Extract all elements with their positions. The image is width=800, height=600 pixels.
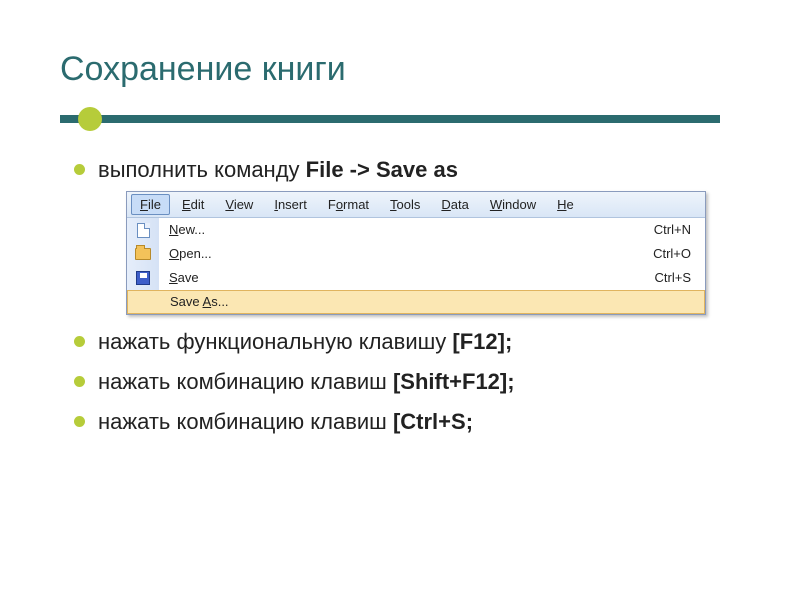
bullet-2: нажать функциональную клавишу [F12]; xyxy=(68,327,740,357)
menuitem-new[interactable]: New... Ctrl+N xyxy=(127,218,705,242)
shortcut-save: Ctrl+S xyxy=(635,269,705,287)
bullet-3: нажать комбинацию клавиш [Shift+F12]; xyxy=(68,367,740,397)
open-folder-icon xyxy=(135,248,151,260)
bullet-4-text: нажать комбинацию клавиш xyxy=(98,409,393,434)
menu-view[interactable]: View xyxy=(216,194,262,216)
bullet-2-text: нажать функциональную клавишу xyxy=(98,329,452,354)
bullet-4: нажать комбинацию клавиш [Ctrl+S; xyxy=(68,407,740,437)
bullet-2-bold: [F12]; xyxy=(452,329,512,354)
menuitem-saveas[interactable]: Save As... xyxy=(127,290,705,314)
menu-edit[interactable]: Edit xyxy=(173,194,213,216)
menuitem-open[interactable]: Open... Ctrl+O xyxy=(127,242,705,266)
shortcut-new: Ctrl+N xyxy=(635,221,705,239)
menu-data[interactable]: Data xyxy=(432,194,477,216)
menubar: File Edit View Insert Format Tools Data … xyxy=(127,192,705,219)
bullet-1-bold: File -> Save as xyxy=(306,157,458,182)
menu-file[interactable]: File xyxy=(131,194,170,216)
new-file-icon xyxy=(137,223,150,238)
bullet-1: выполнить команду File -> Save as File E… xyxy=(68,155,740,315)
bullet-1-text: выполнить команду xyxy=(98,157,306,182)
menu-format[interactable]: Format xyxy=(319,194,378,216)
menu-window[interactable]: Window xyxy=(481,194,545,216)
bullet-3-bold: [Shift+F12]; xyxy=(393,369,515,394)
bullet-list: выполнить команду File -> Save as File E… xyxy=(60,155,740,436)
menu-help[interactable]: He xyxy=(548,194,583,216)
menuitem-save[interactable]: Save Ctrl+S xyxy=(127,266,705,290)
save-disk-icon xyxy=(136,271,150,285)
title-underline xyxy=(60,107,740,127)
slide-title: Сохранение книги xyxy=(60,50,740,89)
shortcut-open: Ctrl+O xyxy=(635,245,705,263)
bullet-3-text: нажать комбинацию клавиш xyxy=(98,369,393,394)
file-dropdown: New... Ctrl+N Open... Ctrl+O Save Ctrl+S xyxy=(127,218,705,314)
menu-screenshot: File Edit View Insert Format Tools Data … xyxy=(126,191,706,316)
menu-insert[interactable]: Insert xyxy=(265,194,316,216)
menu-tools[interactable]: Tools xyxy=(381,194,429,216)
bullet-4-bold: [Ctrl+S; xyxy=(393,409,473,434)
